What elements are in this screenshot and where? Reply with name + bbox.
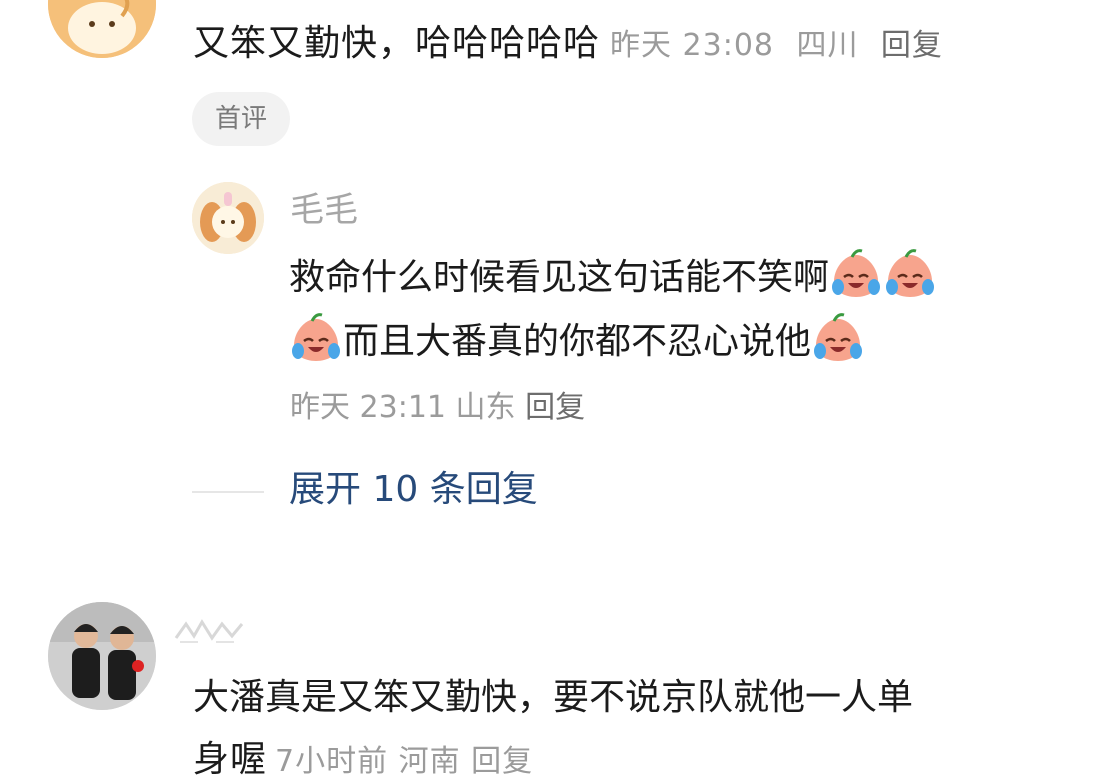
blurred-username-graphic [174,619,244,643]
reply-text-part1: 救命什么时候看见这句话能不笑啊 [289,257,830,298]
username-obscured[interactable] [172,612,252,648]
reply-meta: 昨天 23:11 山东 回复 [290,388,585,428]
reply-location: 山东 [455,390,516,425]
crying-laughing-emoji-icon [832,249,881,297]
avatar-illustration [48,0,156,58]
comment-time: 昨天 23:08 [610,28,775,63]
reply-time: 昨天 23:11 [290,390,446,425]
reply-user-avatar[interactable] [192,182,264,254]
reply-username[interactable]: 毛毛 [290,186,358,234]
comment-text: 又笨又勤快，哈哈哈哈哈 [193,23,601,64]
first-comment-badge: 首评 [192,92,290,146]
reply-button[interactable]: 回复 [525,390,585,425]
comment-meta-partial: 7小时前 河南 回复 [275,744,534,779]
expand-replies-link[interactable]: 展开 10 条回复 [289,466,538,514]
user-avatar[interactable] [48,0,156,58]
crying-laughing-emoji-icon [814,313,863,361]
reply-text: 救命什么时候看见这句话能不笑啊 而且大番真的你都不忍心说他 [289,246,1079,374]
crying-laughing-emoji-icon [292,313,340,361]
comment-location: 四川 [796,28,859,63]
avatar-illustration [192,182,264,254]
reply-button[interactable]: 回复 [881,28,943,63]
comment-tail-row: 身喔 7小时前 河南 回复 [193,736,533,784]
comment-text: 大潘真是又笨又勤快，要不说京队就他一人单 [193,677,914,718]
user-avatar[interactable] [48,602,156,710]
crying-laughing-emoji-icon [886,249,935,297]
reply-text-part2: 而且大番真的你都不忍心说他 [343,321,812,362]
comment-text-tail: 身喔 [193,739,268,780]
comment-row: 又笨又勤快，哈哈哈哈哈 昨天 23:08 四川 回复 [193,20,943,68]
expand-divider [192,491,264,493]
avatar-photo [48,602,156,710]
